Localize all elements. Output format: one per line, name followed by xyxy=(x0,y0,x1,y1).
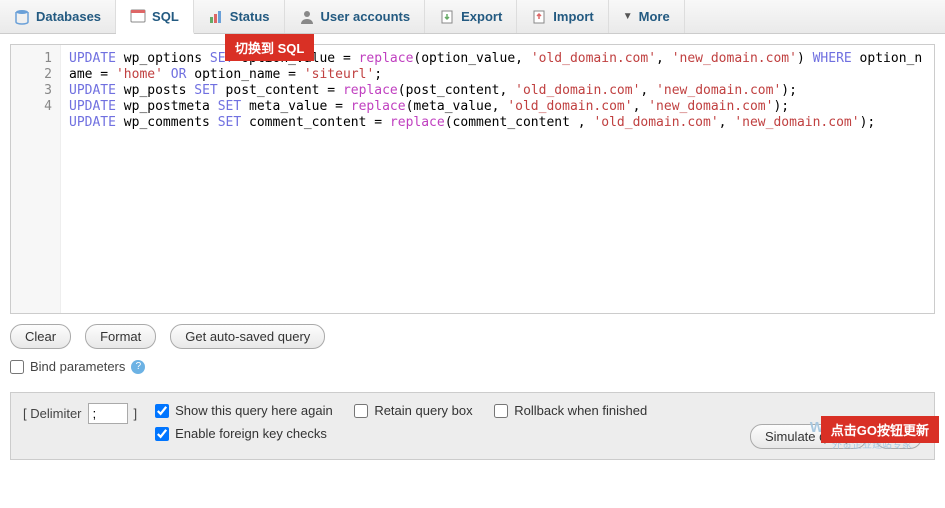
show-again-option[interactable]: Show this query here again xyxy=(155,403,333,418)
tab-databases[interactable]: Databases xyxy=(0,0,116,33)
fk-checkbox[interactable] xyxy=(155,427,169,441)
tab-status[interactable]: Status xyxy=(194,0,285,33)
rollback-option[interactable]: Rollback when finished xyxy=(494,403,647,418)
format-button[interactable]: Format xyxy=(85,324,156,349)
bind-params-checkbox[interactable] xyxy=(10,360,24,374)
help-icon[interactable]: ? xyxy=(131,360,145,374)
show-again-checkbox[interactable] xyxy=(155,404,169,418)
database-icon xyxy=(14,9,30,25)
chevron-down-icon: ▼ xyxy=(623,11,633,22)
top-tabs: Databases SQL Status User accounts Expor… xyxy=(0,0,945,34)
footer-bar: [ Delimiter ] Show this query here again… xyxy=(10,392,935,460)
delimiter-input[interactable] xyxy=(88,403,128,424)
tab-users[interactable]: User accounts xyxy=(285,0,426,33)
tab-more[interactable]: ▼More xyxy=(609,0,685,33)
footer-options: Show this query here again Retain query … xyxy=(155,403,732,449)
fk-option[interactable]: Enable foreign key checks xyxy=(155,426,327,441)
autosaved-button[interactable]: Get auto-saved query xyxy=(170,324,325,349)
sql-icon xyxy=(130,8,146,24)
tab-sql[interactable]: SQL xyxy=(116,0,194,34)
retain-option[interactable]: Retain query box xyxy=(354,403,472,418)
clear-button[interactable]: Clear xyxy=(10,324,71,349)
export-icon xyxy=(439,9,455,25)
retain-checkbox[interactable] xyxy=(354,404,368,418)
bind-params-label: Bind parameters xyxy=(30,359,125,374)
delimiter-group: [ Delimiter ] xyxy=(23,403,137,424)
editor-buttons: Clear Format Get auto-saved query xyxy=(10,324,935,349)
status-icon xyxy=(208,9,224,25)
tab-import[interactable]: Import xyxy=(517,0,608,33)
annotation-switch-sql: 切换到 SQL xyxy=(225,34,314,61)
code-area[interactable]: UPDATE wp_options SET option_value = rep… xyxy=(61,45,934,313)
tab-export[interactable]: Export xyxy=(425,0,517,33)
sql-panel: 1 2 3 4 UPDATE wp_options SET option_val… xyxy=(0,34,945,392)
users-icon xyxy=(299,9,315,25)
rollback-checkbox[interactable] xyxy=(494,404,508,418)
sql-editor[interactable]: 1 2 3 4 UPDATE wp_options SET option_val… xyxy=(10,44,935,314)
annotation-click-go: 点击GO按钮更新 xyxy=(821,416,939,443)
bind-params-row: Bind parameters ? xyxy=(10,359,935,374)
line-gutter: 1 2 3 4 xyxy=(11,45,61,313)
import-icon xyxy=(531,9,547,25)
